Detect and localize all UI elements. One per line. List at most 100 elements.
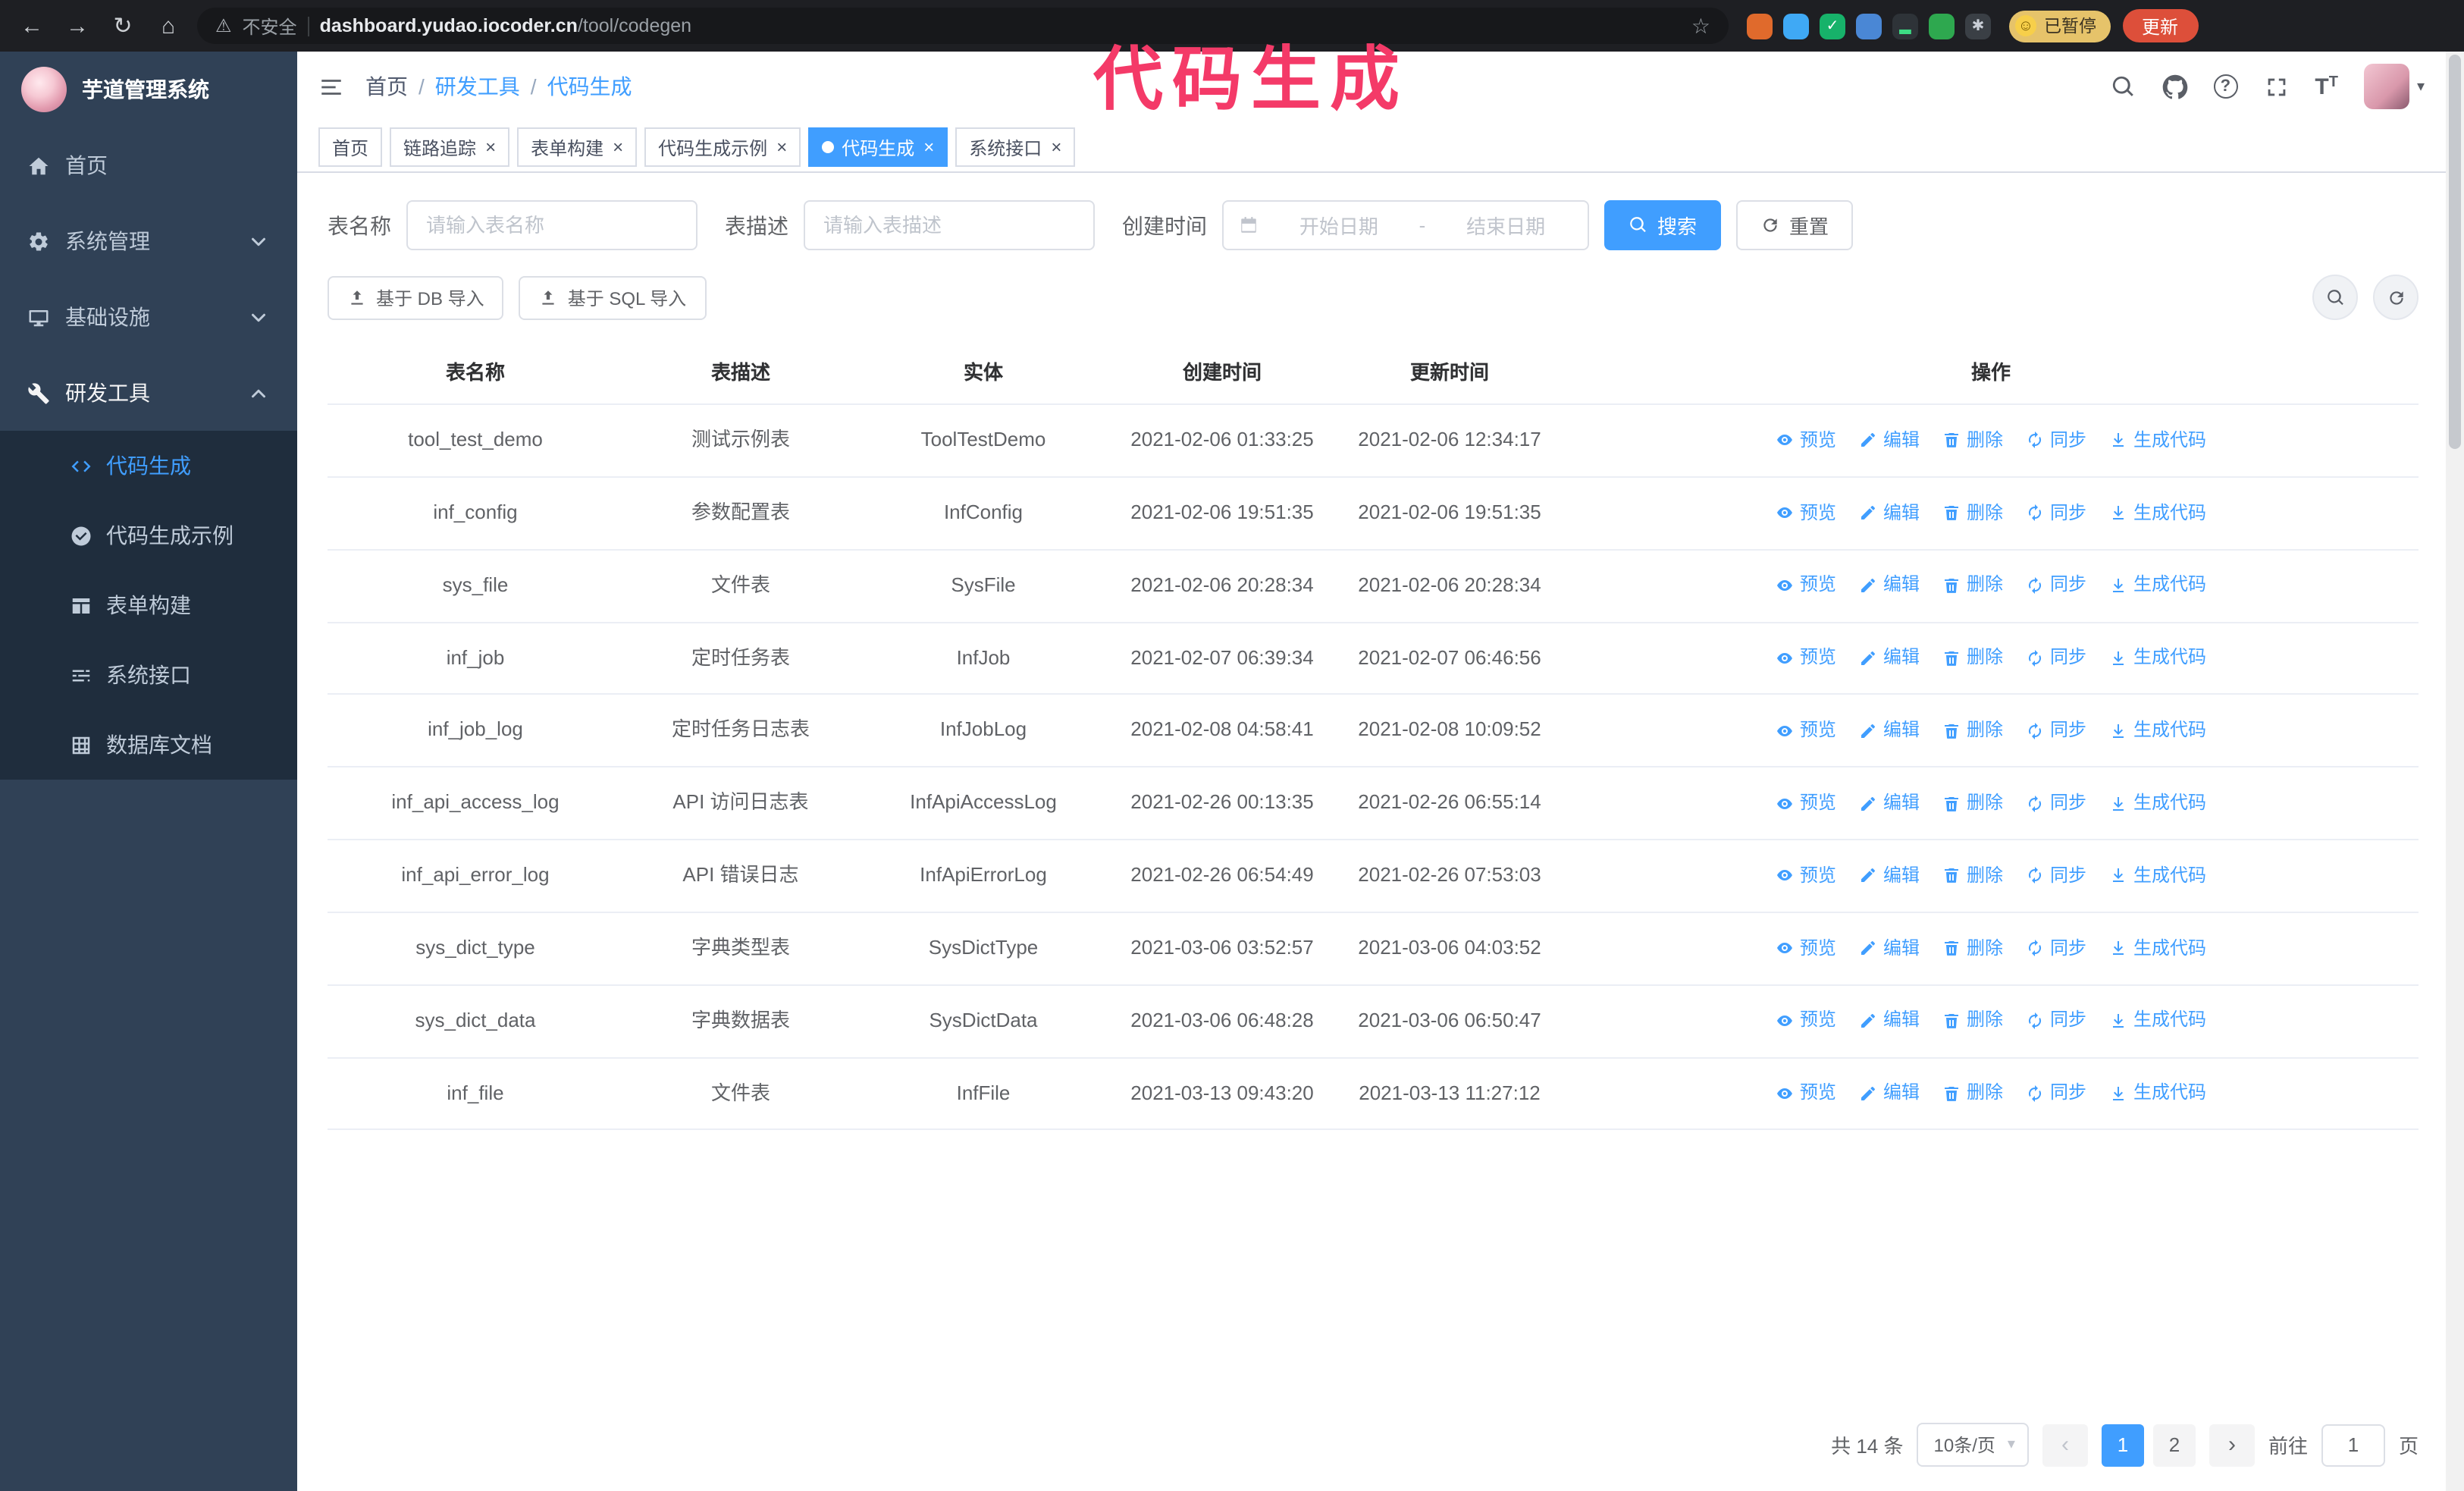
generate-code-link[interactable]: 生成代码 xyxy=(2109,573,2206,599)
github-icon[interactable] xyxy=(2161,74,2187,99)
table-name-input[interactable] xyxy=(406,200,698,250)
sync-link[interactable]: 同步 xyxy=(2026,1081,2086,1107)
browser-home-icon[interactable]: ⌂ xyxy=(152,13,185,39)
app-logo[interactable]: 芋道管理系统 xyxy=(0,52,297,127)
search-icon[interactable] xyxy=(2110,74,2136,99)
generate-code-link[interactable]: 生成代码 xyxy=(2109,645,2206,672)
address-bar[interactable]: ⚠ 不安全 dashboard.yudao.iocoder.cn/tool/co… xyxy=(197,8,1729,44)
next-page-button[interactable]: › xyxy=(2209,1424,2255,1466)
create-time-range-picker[interactable]: 开始日期 - 结束日期 xyxy=(1222,200,1589,250)
goto-page-input[interactable] xyxy=(2321,1424,2385,1466)
help-icon[interactable]: ? xyxy=(2213,74,2238,99)
recorder-extension-icon[interactable]: ▂ xyxy=(1892,13,1918,39)
close-tab-icon[interactable]: × xyxy=(613,138,623,156)
fullscreen-icon[interactable] xyxy=(2263,74,2289,99)
edit-link[interactable]: 编辑 xyxy=(1859,790,1920,817)
forward-icon[interactable]: → xyxy=(61,13,94,39)
tab-1[interactable]: 链路追踪 × xyxy=(390,127,510,167)
submenu-item-codegen-example[interactable]: 代码生成示例 xyxy=(0,501,297,570)
page-button-2[interactable]: 2 xyxy=(2152,1424,2196,1466)
close-tab-icon[interactable]: × xyxy=(485,138,496,156)
preview-link[interactable]: 预览 xyxy=(1776,863,1836,890)
delete-link[interactable]: 删除 xyxy=(1942,1008,2003,1034)
submenu-item-form-builder[interactable]: 表单构建 xyxy=(0,570,297,640)
scrollbar-thumb[interactable] xyxy=(2449,55,2461,449)
preview-link[interactable]: 预览 xyxy=(1776,500,1836,526)
submenu-item-codegen[interactable]: 代码生成 xyxy=(0,431,297,501)
sync-link[interactable]: 同步 xyxy=(2026,1008,2086,1034)
sidebar-item-home[interactable]: 首页 xyxy=(0,127,297,203)
import-sql-button[interactable]: 基于 SQL 导入 xyxy=(519,275,707,319)
delete-link[interactable]: 删除 xyxy=(1942,717,2003,744)
font-size-icon[interactable]: TT xyxy=(2315,74,2338,99)
drop-extension-icon[interactable] xyxy=(1783,13,1809,39)
table-desc-input[interactable] xyxy=(804,200,1095,250)
close-tab-icon[interactable]: × xyxy=(1051,138,1061,156)
generate-code-link[interactable]: 生成代码 xyxy=(2109,427,2206,454)
page-button-1[interactable]: 1 xyxy=(2101,1424,2144,1466)
sync-link[interactable]: 同步 xyxy=(2026,717,2086,744)
sidebar-item-infra[interactable]: 基础设施 xyxy=(0,279,297,355)
generate-code-link[interactable]: 生成代码 xyxy=(2109,500,2206,526)
tab-5[interactable]: 系统接口 × xyxy=(955,127,1076,167)
submenu-item-db-doc[interactable]: 数据库文档 xyxy=(0,710,297,780)
edit-link[interactable]: 编辑 xyxy=(1859,573,1920,599)
page-size-select[interactable]: 10条/页 ▾ xyxy=(1917,1423,2029,1467)
delete-link[interactable]: 删除 xyxy=(1942,645,2003,672)
sync-link[interactable]: 同步 xyxy=(2026,573,2086,599)
refresh-table-button[interactable] xyxy=(2373,275,2419,320)
collapse-sidebar-icon[interactable] xyxy=(318,74,344,99)
check-extension-icon[interactable]: ✓ xyxy=(1820,13,1845,39)
paused-badge[interactable]: ☺ 已暂停 xyxy=(2009,10,2110,42)
sync-link[interactable]: 同步 xyxy=(2026,645,2086,672)
sidebar-item-system[interactable]: 系统管理 xyxy=(0,203,297,279)
paw-extension-icon[interactable]: ✱ xyxy=(1965,13,1991,39)
generate-code-link[interactable]: 生成代码 xyxy=(2109,717,2206,744)
edit-link[interactable]: 编辑 xyxy=(1859,500,1920,526)
tab-2[interactable]: 表单构建 × xyxy=(517,127,638,167)
tab-3[interactable]: 代码生成示例 × xyxy=(644,127,801,167)
delete-link[interactable]: 删除 xyxy=(1942,500,2003,526)
delete-link[interactable]: 删除 xyxy=(1942,790,2003,817)
people-extension-icon[interactable] xyxy=(1856,13,1882,39)
preview-link[interactable]: 预览 xyxy=(1776,717,1836,744)
breadcrumb-item[interactable]: 研发工具 xyxy=(435,71,520,102)
page-scrollbar[interactable] xyxy=(2446,52,2464,1491)
delete-link[interactable]: 删除 xyxy=(1942,427,2003,454)
close-tab-icon[interactable]: × xyxy=(923,138,934,156)
submenu-item-api[interactable]: 系统接口 xyxy=(0,640,297,710)
sync-link[interactable]: 同步 xyxy=(2026,790,2086,817)
preview-link[interactable]: 预览 xyxy=(1776,427,1836,454)
edit-link[interactable]: 编辑 xyxy=(1859,1008,1920,1034)
edit-link[interactable]: 编辑 xyxy=(1859,645,1920,672)
generate-code-link[interactable]: 生成代码 xyxy=(2109,935,2206,962)
user-avatar[interactable]: ▾ xyxy=(2363,64,2425,109)
generate-code-link[interactable]: 生成代码 xyxy=(2109,1081,2206,1107)
preview-link[interactable]: 预览 xyxy=(1776,645,1836,672)
generate-code-link[interactable]: 生成代码 xyxy=(2109,863,2206,890)
import-db-button[interactable]: 基于 DB 导入 xyxy=(328,275,504,319)
delete-link[interactable]: 删除 xyxy=(1942,1081,2003,1107)
preview-link[interactable]: 预览 xyxy=(1776,1008,1836,1034)
edit-link[interactable]: 编辑 xyxy=(1859,935,1920,962)
edit-link[interactable]: 编辑 xyxy=(1859,863,1920,890)
delete-link[interactable]: 删除 xyxy=(1942,573,2003,599)
breadcrumb-item[interactable]: 首页 xyxy=(365,71,408,102)
edit-link[interactable]: 编辑 xyxy=(1859,717,1920,744)
sync-link[interactable]: 同步 xyxy=(2026,935,2086,962)
delete-link[interactable]: 删除 xyxy=(1942,863,2003,890)
delete-link[interactable]: 删除 xyxy=(1942,935,2003,962)
sync-link[interactable]: 同步 xyxy=(2026,863,2086,890)
prev-page-button[interactable]: ‹ xyxy=(2042,1424,2088,1466)
close-tab-icon[interactable]: × xyxy=(776,138,787,156)
tab-0[interactable]: 首页 xyxy=(318,127,383,167)
leaf-extension-icon[interactable] xyxy=(1929,13,1955,39)
fox-extension-icon[interactable] xyxy=(1747,13,1773,39)
tab-4[interactable]: 代码生成 × xyxy=(808,127,948,167)
bookmark-star-icon[interactable]: ☆ xyxy=(1691,13,1710,39)
sidebar-item-devtools[interactable]: 研发工具 xyxy=(0,355,297,431)
toggle-search-button[interactable] xyxy=(2312,275,2358,320)
generate-code-link[interactable]: 生成代码 xyxy=(2109,1008,2206,1034)
back-icon[interactable]: ← xyxy=(15,13,49,39)
preview-link[interactable]: 预览 xyxy=(1776,935,1836,962)
